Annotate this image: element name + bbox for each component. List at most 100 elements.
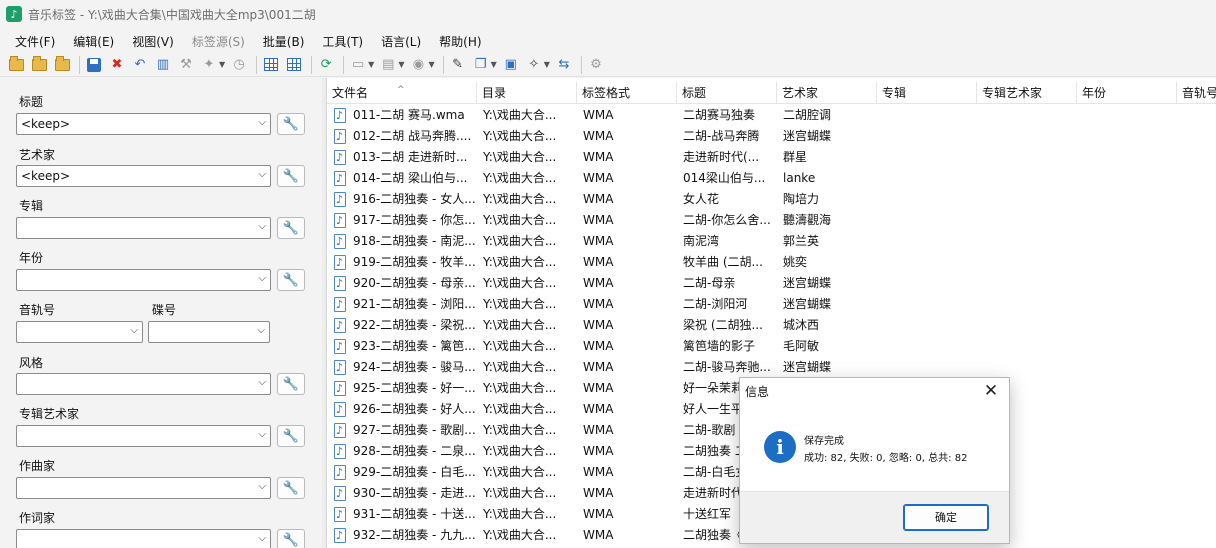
column-header-album-artist[interactable]: 专辑艺术家 xyxy=(977,82,1077,104)
cell-directory: Y:\戏曲大合... xyxy=(483,276,557,290)
chevron-down-icon[interactable]: ▼ xyxy=(428,60,434,69)
add-folder-button[interactable] xyxy=(29,55,49,75)
open-folder-button[interactable] xyxy=(6,55,26,75)
genre-combo[interactable]: ⌵ xyxy=(16,373,271,395)
book-button[interactable]: ▥ xyxy=(153,55,173,75)
image-button[interactable]: ▣ xyxy=(501,55,521,75)
toolbar-separator xyxy=(580,55,582,74)
grid-view-button[interactable] xyxy=(284,55,304,75)
cell-tag-format: WMA xyxy=(583,423,614,437)
tag-source-button[interactable]: ✦ xyxy=(199,55,219,75)
menu-batch[interactable]: 批量(B) xyxy=(256,33,312,50)
table-row[interactable]: ♪ 919-二胡独奏 - 牧羊... Y:\戏曲大合... WMA 牧羊曲 (二胡...… xyxy=(327,252,1216,273)
table-row[interactable]: ♪ 921-二胡独奏 - 浏阳... Y:\戏曲大合... WMA 二胡-浏阳河 迷宫蝴蝶 xyxy=(327,294,1216,315)
genre-tool-button[interactable]: 🔧 xyxy=(277,373,305,395)
menu-view[interactable]: 视图(V) xyxy=(125,33,181,50)
column-header-album[interactable]: 专辑 xyxy=(877,82,977,104)
convert-button[interactable]: ⇆ xyxy=(554,55,574,75)
menu-file[interactable]: 文件(F) xyxy=(8,33,62,50)
settings-button[interactable]: ⚙ xyxy=(586,55,606,75)
composer-tool-button[interactable]: 🔧 xyxy=(277,477,305,499)
chevron-down-icon[interactable]: ▼ xyxy=(544,60,550,69)
cell-tag-format: WMA xyxy=(583,486,614,500)
table-row[interactable]: ♪ 916-二胡独奏 - 女人... Y:\戏曲大合... WMA 女人花 陶培力 xyxy=(327,189,1216,210)
close-icon[interactable]: ✕ xyxy=(979,380,1003,402)
column-header-artist[interactable]: 艺术家 xyxy=(777,82,877,104)
column-header-directory[interactable]: 目录 xyxy=(477,82,577,104)
track-combo[interactable]: ⌵ xyxy=(16,321,143,343)
copy-button[interactable]: ❐ xyxy=(471,55,491,75)
cell-directory: Y:\戏曲大合... xyxy=(483,360,557,374)
cell-filename: 921-二胡独奏 - 浏阳... xyxy=(353,297,476,311)
album-tool-button[interactable]: 🔧 xyxy=(277,217,305,239)
refresh-button[interactable]: ⟳ xyxy=(316,55,336,75)
cell-tag-format: WMA xyxy=(583,465,614,479)
table-icon xyxy=(264,58,279,71)
book-icon: ▥ xyxy=(156,57,170,72)
lyricist-tool-button[interactable]: 🔧 xyxy=(277,529,305,548)
table-row[interactable]: ♪ 014-二胡 梁山伯与... Y:\戏曲大合... WMA 014梁山伯与... la… xyxy=(327,168,1216,189)
toolbar-separator xyxy=(256,55,258,74)
table-row[interactable]: ♪ 917-二胡独奏 - 你怎... Y:\戏曲大合... WMA 二胡-你怎么舍...… xyxy=(327,210,1216,231)
layout-button[interactable]: ▤ xyxy=(378,55,398,75)
history-button[interactable]: ◷ xyxy=(229,55,249,75)
artist-combo[interactable]: <keep> ⌵ xyxy=(16,165,271,187)
edit-tool-button[interactable]: ✎ xyxy=(448,55,468,75)
cell-tag-format: WMA xyxy=(583,213,614,227)
column-header-tag-format[interactable]: 标签格式 xyxy=(577,82,677,104)
column-header-title[interactable]: 标题 xyxy=(677,82,777,104)
column-header-track[interactable]: 音轨号 xyxy=(1177,82,1216,104)
column-header-filename[interactable]: ^ 文件名 xyxy=(327,82,477,104)
cell-filename: 920-二胡独奏 - 母亲... xyxy=(353,276,476,290)
menu-edit[interactable]: 编辑(E) xyxy=(66,33,121,50)
composer-combo[interactable]: ⌵ xyxy=(16,477,271,499)
album-artist-combo[interactable]: ⌵ xyxy=(16,425,271,447)
menu-tag-source[interactable]: 标签源(S) xyxy=(185,33,252,50)
artist-tool-button[interactable]: 🔧 xyxy=(277,165,305,187)
menu-help[interactable]: 帮助(H) xyxy=(432,33,488,50)
album-artist-tool-button[interactable]: 🔧 xyxy=(277,425,305,447)
year-tool-button[interactable]: 🔧 xyxy=(277,269,305,291)
title-combo[interactable]: <keep> ⌵ xyxy=(16,113,271,135)
columns-view-button[interactable] xyxy=(261,55,281,75)
table-row[interactable]: ♪ 011-二胡 赛马.wma Y:\戏曲大合... WMA 二胡赛马独奏 二胡腔调 xyxy=(327,105,1216,126)
table-row[interactable]: ♪ 013-二胡 走进新时... Y:\戏曲大合... WMA 走进新时代(... 群星 xyxy=(327,147,1216,168)
undo-button[interactable]: ↶ xyxy=(130,55,150,75)
year-combo[interactable]: ⌵ xyxy=(16,269,271,291)
table-row[interactable]: ♪ 923-二胡独奏 - 篱笆... Y:\戏曲大合... WMA 篱笆墙的影子 毛阿敏 xyxy=(327,336,1216,357)
remove-tag-button[interactable]: ✖ xyxy=(107,55,127,75)
table-row[interactable]: ♪ 920-二胡独奏 - 母亲... Y:\戏曲大合... WMA 二胡-母亲 迷宫蝴蝶 xyxy=(327,273,1216,294)
chevron-down-icon[interactable]: ▼ xyxy=(398,60,404,69)
title-tool-button[interactable]: 🔧 xyxy=(277,113,305,135)
panel-button[interactable]: ▭ xyxy=(348,55,368,75)
album-artist-label: 专辑艺术家 xyxy=(19,407,80,421)
column-header-year[interactable]: 年份 xyxy=(1077,82,1177,104)
table-row[interactable]: ♪ 922-二胡独奏 - 梁祝... Y:\戏曲大合... WMA 梁祝 (二胡独...… xyxy=(327,315,1216,336)
album-combo[interactable]: ⌵ xyxy=(16,217,271,239)
cell-tag-format: WMA xyxy=(583,528,614,542)
ok-button[interactable]: 确定 xyxy=(903,504,989,531)
lyricist-combo[interactable]: ⌵ xyxy=(16,529,271,548)
chevron-down-icon[interactable]: ▼ xyxy=(368,60,374,69)
disc-combo[interactable]: ⌵ xyxy=(148,321,270,343)
grid-icon xyxy=(287,58,302,71)
chevron-down-icon[interactable]: ▼ xyxy=(491,60,497,69)
chevron-down-icon[interactable]: ▼ xyxy=(219,60,225,69)
table-row[interactable]: ♪ 012-二胡 战马奔腾.... Y:\戏曲大合... WMA 二胡-战马奔腾 迷宫蝴蝶 xyxy=(327,126,1216,147)
cell-artist: 迷宫蝴蝶 xyxy=(783,360,832,374)
menu-language[interactable]: 语言(L) xyxy=(374,33,428,50)
cell-filename: 012-二胡 战马奔腾.... xyxy=(353,129,472,143)
cell-artist: 迷宫蝴蝶 xyxy=(783,297,832,311)
track-label: 音轨号 xyxy=(19,303,56,317)
menu-tools[interactable]: 工具(T) xyxy=(315,33,370,50)
chevron-down-icon: ⌵ xyxy=(257,325,265,336)
table-row[interactable]: ♪ 924-二胡独奏 - 骏马... Y:\戏曲大合... WMA 二胡-骏马奔驰...… xyxy=(327,357,1216,378)
tool-button[interactable]: ⚒ xyxy=(176,55,196,75)
cleanup-button[interactable]: ✧ xyxy=(524,55,544,75)
table-row[interactable]: ♪ 918-二胡独奏 - 南泥... Y:\戏曲大合... WMA 南泥湾 郭兰英 xyxy=(327,231,1216,252)
save-button[interactable] xyxy=(84,55,104,75)
open-files-button[interactable] xyxy=(52,55,72,75)
wrench-icon: ⚒ xyxy=(180,57,192,72)
speaker-button[interactable]: ◉ xyxy=(408,55,428,75)
cell-tag-format: WMA xyxy=(583,318,614,332)
